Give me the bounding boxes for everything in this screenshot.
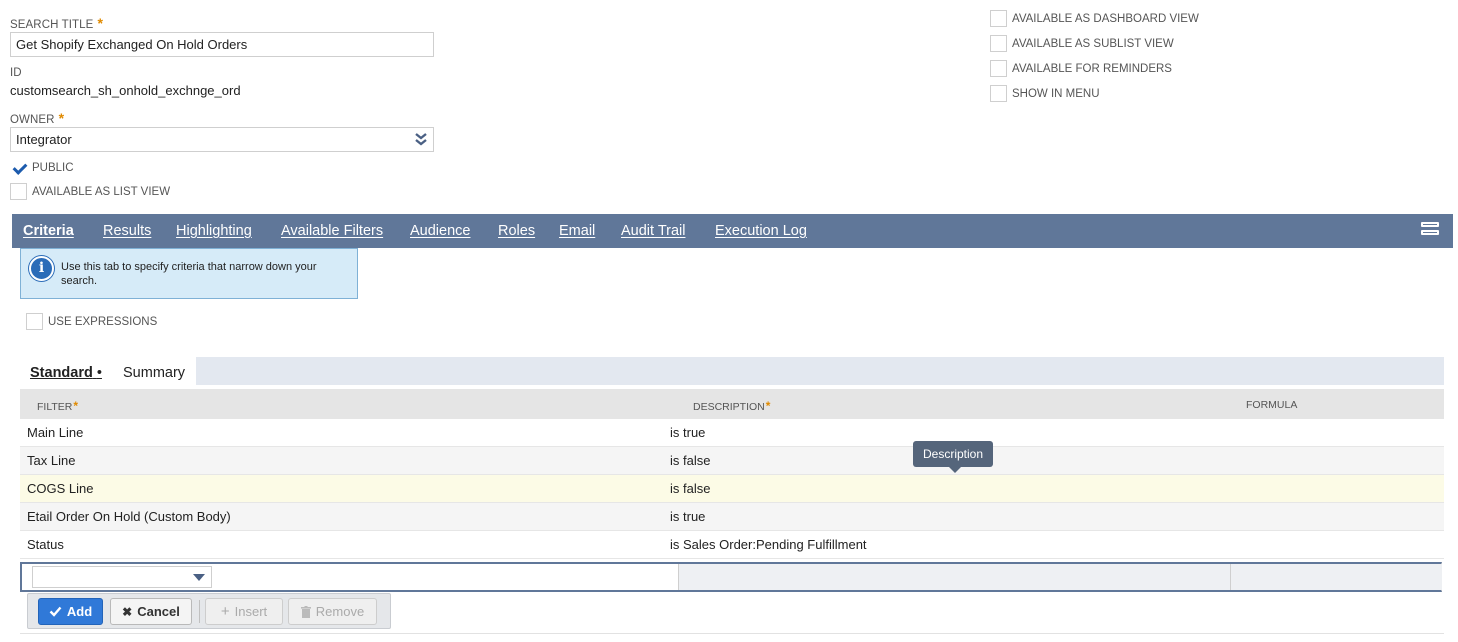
owner-label: OWNER * [10,110,64,126]
insert-button-label: Insert [234,604,268,619]
description-cell-empty[interactable] [678,564,1231,590]
layout-toggle-icon[interactable] [1421,222,1439,239]
tab-results[interactable]: Results [103,223,151,239]
tab-criteria[interactable]: Criteria [23,223,74,239]
dashboard-view-label: AVAILABLE AS DASHBOARD VIEW [1012,12,1199,25]
cell-description: is true [670,425,706,440]
cell-filter: Status [27,537,64,552]
use-expressions-checkbox[interactable] [26,313,43,330]
list-view-checkbox[interactable] [10,183,27,200]
info-icon: i [29,256,54,281]
caret-down-icon [193,574,205,581]
grid-header: FILTER* DESCRIPTION* FORMULA [20,389,1444,419]
required-mark: * [97,15,103,31]
show-in-menu-checkbox-row[interactable]: SHOW IN MENU [990,85,1100,102]
subtab-standard-dot: • [96,365,102,381]
public-checkbox-row[interactable]: PUBLIC [10,159,74,176]
show-in-menu-label: SHOW IN MENU [1012,87,1100,100]
cell-filter: Etail Order On Hold (Custom Body) [27,509,231,524]
tab-audit-trail[interactable]: Audit Trail [621,223,685,239]
table-row[interactable]: Status is Sales Order:Pending Fulfillmen… [20,531,1444,559]
info-message: i Use this tab to specify criteria that … [20,248,358,299]
dashboard-view-checkbox[interactable] [990,10,1007,27]
cell-description: is true [670,509,706,524]
required-mark: * [765,399,771,413]
owner-label-text: OWNER [10,114,55,126]
remove-button-label: Remove [315,604,365,619]
use-expressions-label: USE EXPRESSIONS [48,315,158,328]
owner-select-value: Integrator [16,132,72,147]
button-separator [199,600,200,623]
add-button[interactable]: Add [38,598,103,625]
cell-filter: Main Line [27,425,84,440]
cancel-button[interactable]: ✖ Cancel [110,598,192,625]
cell-filter: COGS Line [27,481,94,496]
button-bar: Add ✖ Cancel + Insert Remove [27,593,391,629]
filter-select[interactable] [32,566,212,588]
tab-email[interactable]: Email [559,223,595,239]
header-description: DESCRIPTION* [693,399,770,413]
tab-bar: Criteria Results Highlighting Available … [12,214,1453,248]
id-label: ID [10,67,22,79]
cell-description: is Sales Order:Pending Fulfillment [670,537,867,552]
public-label: PUBLIC [32,161,74,174]
x-icon: ✖ [122,604,133,619]
tab-roles[interactable]: Roles [498,223,535,239]
table-row[interactable]: Main Line is true [20,419,1444,447]
table-row[interactable]: Tax Line is false [20,447,1444,475]
sublist-view-checkbox[interactable] [990,35,1007,52]
header-description-label: DESCRIPTION [693,401,765,413]
dashboard-view-checkbox-row[interactable]: AVAILABLE AS DASHBOARD VIEW [990,10,1199,27]
subtab-summary[interactable]: Summary [123,365,185,381]
formula-cell-empty[interactable] [1231,564,1442,590]
search-title-label: SEARCH TITLE * [10,15,103,31]
reminders-label: AVAILABLE FOR REMINDERS [1012,62,1172,75]
search-title-input[interactable] [10,32,434,57]
show-in-menu-checkbox[interactable] [990,85,1007,102]
id-value: customsearch_sh_onhold_exchnge_ord [10,83,241,98]
cell-description: is false [670,453,711,468]
list-view-label: AVAILABLE AS LIST VIEW [32,185,171,198]
remove-button[interactable]: Remove [288,598,377,625]
new-criteria-row [20,562,1442,592]
required-mark: * [58,110,65,126]
tab-audience[interactable]: Audience [410,223,470,239]
sublist-view-checkbox-row[interactable]: AVAILABLE AS SUBLIST VIEW [990,35,1174,52]
tab-available-filters[interactable]: Available Filters [281,223,383,239]
reminders-checkbox-row[interactable]: AVAILABLE FOR REMINDERS [990,60,1172,77]
info-message-text: Use this tab to specify criteria that na… [61,261,317,287]
double-chevron-down-icon [415,133,427,146]
header-filter-label: FILTER [37,401,73,413]
use-expressions-checkbox-row[interactable]: USE EXPRESSIONS [26,313,157,330]
description-tooltip: Description [913,441,993,473]
owner-select[interactable]: Integrator [10,127,434,152]
cell-filter: Tax Line [27,453,76,468]
tab-execution-log[interactable]: Execution Log [715,223,807,239]
check-icon [49,606,62,617]
header-formula: FORMULA [1246,399,1298,411]
required-mark: * [73,399,79,413]
table-row[interactable]: COGS Line is false [20,475,1444,503]
subtab-standard[interactable]: Standard • [30,365,102,381]
insert-button[interactable]: + Insert [205,598,283,625]
header-filter: FILTER* [37,399,78,413]
search-title-label-text: SEARCH TITLE [10,19,94,31]
table-row[interactable]: Etail Order On Hold (Custom Body) is tru… [20,503,1444,531]
sublist-tabs: Standard • Summary [20,357,1444,385]
trash-icon [300,605,311,618]
reminders-checkbox[interactable] [990,60,1007,77]
tab-highlighting[interactable]: Highlighting [176,223,252,239]
cancel-button-label: Cancel [137,604,180,619]
public-checkbox[interactable] [10,159,27,176]
cell-description: is false [670,481,711,496]
sublist-bottom-border [20,633,1444,634]
subtab-standard-label: Standard [30,365,93,381]
plus-icon: + [220,603,230,620]
add-button-label: Add [66,604,93,619]
list-view-checkbox-row[interactable]: AVAILABLE AS LIST VIEW [10,183,170,200]
sublist-view-label: AVAILABLE AS SUBLIST VIEW [1012,37,1174,50]
